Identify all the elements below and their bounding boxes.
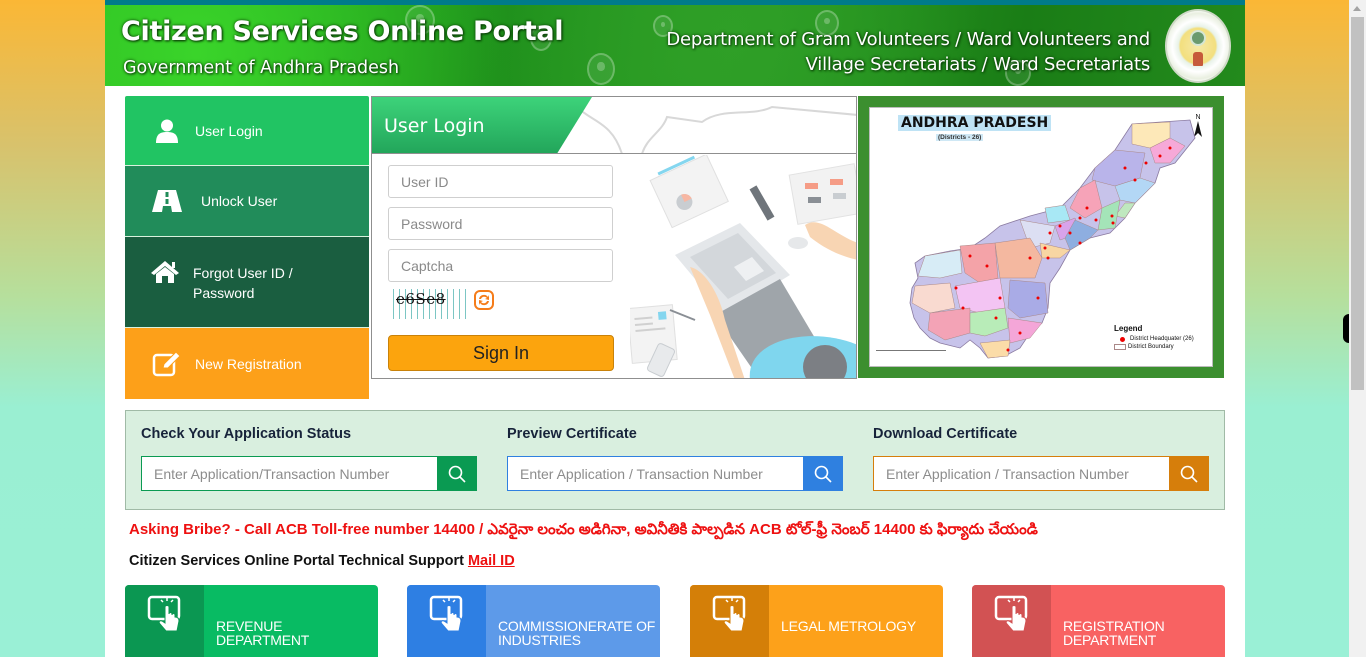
tile-revenue-department[interactable]: REVENUE DEPARTMENT	[125, 585, 378, 657]
support-text: Citizen Services Online Portal Technical…	[129, 553, 468, 569]
edit-icon	[149, 350, 185, 377]
site-title: Citizen Services Online Portal	[121, 16, 564, 47]
menu-label: New Registration	[195, 355, 302, 372]
download-certificate-label: Download Certificate	[873, 426, 1018, 442]
menu-label: User Login	[195, 122, 263, 139]
search-icon	[448, 465, 466, 483]
preview-certificate-block: Preview Certificate	[507, 426, 843, 491]
search-icon	[814, 465, 832, 483]
download-certificate-search-button[interactable]	[1169, 456, 1209, 491]
preview-certificate-label: Preview Certificate	[507, 426, 637, 442]
preview-certificate-search-button[interactable]	[803, 456, 843, 491]
workspace-illustration	[630, 155, 856, 378]
menu-item-new-registration[interactable]: New Registration	[125, 328, 369, 399]
login-panel: User Login e6Se8 Sign In	[371, 96, 857, 379]
decorative-person-icon	[587, 53, 615, 85]
boundary-box-icon	[1114, 344, 1126, 350]
department-line-1: Department of Gram Volunteers / Ward Vol…	[666, 29, 1150, 50]
home-icon	[147, 261, 183, 283]
tile-registration-department[interactable]: REGISTRATION DEPARTMENT	[972, 585, 1225, 657]
login-header: User Login	[372, 97, 856, 154]
road-icon	[149, 188, 185, 214]
map-legend: Legend District Headquater (26) District…	[1114, 324, 1194, 350]
andhra-pradesh-map: ANDHRA PRADESH (Districts - 26) N Legend…	[869, 107, 1213, 367]
department-line-2: Village Secretariats / Ward Secretariats	[805, 54, 1151, 75]
check-status-search-button[interactable]	[437, 456, 477, 491]
emblem-lion-capital	[1193, 51, 1203, 66]
user-icon	[149, 118, 185, 144]
check-status-input[interactable]	[141, 456, 437, 491]
tile-label: COMMISSIONERATE OF INDUSTRIES	[498, 618, 656, 648]
site-subtitle: Government of Andhra Pradesh	[123, 58, 400, 78]
tile-label: REGISTRATION DEPARTMENT	[1063, 618, 1165, 648]
password-input[interactable]	[388, 207, 613, 240]
captcha-image: e6Se8	[388, 289, 466, 319]
captcha-text: e6Se8	[396, 290, 446, 308]
emblem-chakra	[1190, 29, 1206, 46]
tile-label: REVENUE DEPARTMENT	[216, 618, 310, 648]
tile-commissionerate-of-industries[interactable]: COMMISSIONERATE OF INDUSTRIES	[407, 585, 660, 657]
preview-certificate-input[interactable]	[507, 456, 803, 491]
menu-label: Forgot User ID / Password	[193, 265, 293, 301]
search-icon	[1180, 465, 1198, 483]
touch-screen-icon	[407, 585, 486, 657]
sign-in-button[interactable]: Sign In	[388, 335, 614, 371]
user-id-input[interactable]	[388, 165, 613, 198]
login-heading: User Login	[384, 115, 485, 137]
menu-item-forgot-password[interactable]: Forgot User ID / Password	[125, 237, 369, 328]
legend-item: District Headquater (26)	[1114, 336, 1194, 342]
side-menu: User Login Unlock User Forgot User ID / …	[125, 96, 369, 399]
scroll-up-arrow-icon[interactable]	[1353, 6, 1361, 11]
legend-label: District Boundary	[1128, 344, 1174, 350]
check-status-block: Check Your Application Status	[141, 426, 477, 491]
legend-title: Legend	[1114, 324, 1143, 333]
captcha-input[interactable]	[388, 249, 613, 282]
menu-item-unlock-user[interactable]: Unlock User	[125, 166, 369, 237]
vertical-scrollbar[interactable]	[1349, 0, 1366, 657]
decorative-map-outline	[576, 105, 856, 153]
touch-screen-icon	[972, 585, 1051, 657]
technical-support-notice: Citizen Services Online Portal Technical…	[129, 553, 515, 569]
application-search-section: Check Your Application Status Preview Ce…	[125, 410, 1225, 510]
page-container: Citizen Services Online Portal Governmen…	[105, 0, 1245, 657]
andhra-pradesh-emblem-icon	[1165, 9, 1231, 83]
tile-label: LEGAL METROLOGY	[781, 618, 916, 634]
scrollbar-thumb[interactable]	[1351, 17, 1364, 390]
map-panel: ANDHRA PRADESH (Districts - 26) N Legend…	[858, 96, 1224, 378]
menu-label: Unlock User	[201, 193, 278, 209]
login-tab: User Login	[372, 97, 592, 153]
mail-id-link[interactable]: Mail ID	[468, 553, 515, 569]
check-status-label: Check Your Application Status	[141, 426, 352, 442]
legend-label: District Headquater (26)	[1130, 336, 1194, 342]
refresh-icon[interactable]	[474, 290, 494, 315]
touch-screen-icon	[690, 585, 769, 657]
department-name: Department of Gram Volunteers / Ward Vol…	[666, 27, 1150, 77]
acb-notice: Asking Bribe? - Call ACB Toll-free numbe…	[129, 521, 1038, 538]
download-certificate-block: Download Certificate	[873, 426, 1209, 491]
menu-item-user-login[interactable]: User Login	[125, 96, 369, 166]
map-scale-bar	[876, 350, 946, 354]
header-banner: Citizen Services Online Portal Governmen…	[105, 0, 1245, 86]
district-hq-dot-icon	[1120, 336, 1125, 342]
download-certificate-input[interactable]	[873, 456, 1169, 491]
legend-item: District Boundary	[1114, 344, 1194, 350]
touch-screen-icon	[125, 585, 204, 657]
tile-legal-metrology[interactable]: LEGAL METROLOGY	[690, 585, 943, 657]
